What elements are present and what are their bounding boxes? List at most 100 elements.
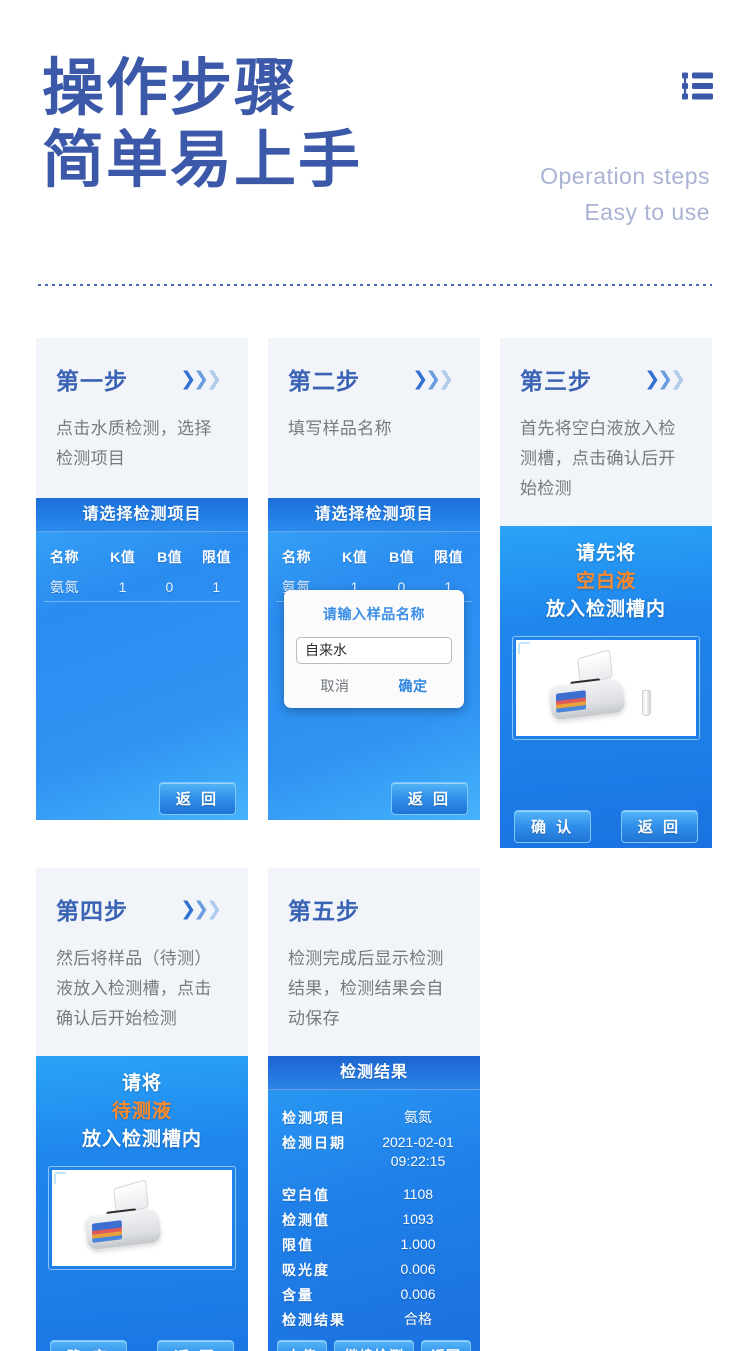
sample-name-dialog: 请输入样品名称 自来水 取消 确定 (284, 590, 464, 708)
steps-list-icon (678, 66, 718, 106)
back-button[interactable]: 返 回 (390, 781, 468, 815)
cell-limit: 1 (212, 578, 221, 595)
step-title-5: 第五步 (288, 899, 360, 925)
col-name: 名称 (50, 549, 79, 565)
result-value: 2021-02-01 09:22:15 (370, 1133, 466, 1171)
page-subtitle: Operation steps Easy to use (540, 158, 710, 230)
page-header: 操作步骤 简单易上手 Operation steps Easy to use (0, 0, 750, 278)
result-label: 检测结果 (282, 1312, 346, 1328)
back-button[interactable]: 返 回 (156, 1339, 234, 1351)
chevrons-icon-2: ❯ ❯ ❯ (412, 367, 454, 390)
screen-buttons-4: 确 定 返 回 (36, 1334, 248, 1351)
cancel-button[interactable]: 取消 (321, 676, 350, 696)
result-label: 限值 (282, 1237, 314, 1253)
result-time: 09:22:15 (390, 1153, 446, 1169)
col-k: K值 (110, 549, 136, 565)
device-screen-4: 请将 待测液 放入检测槽内 确 定 返 回 (36, 1056, 248, 1351)
table-header-row: 名称 K值 B值 限值 (276, 542, 472, 572)
result-row: 吸光度 0.006 (282, 1260, 466, 1280)
step-text-2: 第二步 ❯ ❯ ❯ 填写样品名称 (268, 338, 480, 498)
result-row: 含量 0.006 (282, 1285, 466, 1305)
chevrons-icon-3: ❯ ❯ ❯ (644, 367, 686, 390)
result-label: 检测值 (282, 1212, 330, 1228)
result-label: 检测项目 (282, 1110, 346, 1126)
result-label: 含量 (282, 1287, 314, 1303)
screen-title-5: 检测结果 (268, 1056, 480, 1090)
result-list: 检测项目 氨氮 检测日期 2021-02-01 09:22:15 空白值 110… (268, 1090, 480, 1330)
result-row: 检测日期 2021-02-01 09:22:15 (282, 1133, 466, 1171)
table-row[interactable]: 氨氮 1 0 1 (44, 572, 240, 602)
step-card-3: 第三步 ❯ ❯ ❯ 首先将空白液放入检测槽，点击确认后开始检测 请先将 空白液 放入… (500, 338, 712, 848)
result-value: 1108 (402, 1186, 434, 1202)
col-limit: 限值 (434, 549, 464, 565)
result-row: 检测值 1093 (282, 1210, 466, 1230)
dialog-actions: 取消 确定 (296, 676, 452, 696)
screen-buttons-1: 返 回 (36, 776, 248, 820)
prompt-text-3: 请先将 空白液 放入检测槽内 (500, 526, 712, 624)
page-title-line-1: 操作步骤 (42, 51, 299, 124)
col-name: 名称 (282, 549, 311, 565)
sample-vial (642, 690, 651, 716)
step-title-3: 第三步 (520, 369, 592, 395)
step-head-4: 第四步 ❯ ❯ ❯ (56, 892, 228, 926)
confirm-button[interactable]: 确 定 (50, 1339, 128, 1351)
back-button[interactable]: 返 回 (620, 809, 698, 843)
steps-grid: 第一步 ❯ ❯ ❯ 点击水质检测，选择检测项目 请选择检测项目 名称 K值 B值 限… (36, 338, 712, 1351)
step-text-5: 第五步 检测完成后显示检测结果，检测结果会自动保存 (268, 868, 480, 1056)
table-empty-area (44, 602, 240, 802)
frame-corner-icon (518, 642, 530, 654)
step-desc-4: 然后将样品（待测）液放入检测槽，点击确认后开始检测 (56, 949, 212, 1028)
prompt-accent: 待测液 (111, 1101, 172, 1122)
result-row: 检测结果 合格 (282, 1310, 466, 1330)
result-row: 空白值 1108 (282, 1185, 466, 1205)
step-text-1: 第一步 ❯ ❯ ❯ 点击水质检测，选择检测项目 (36, 338, 248, 498)
step-desc-2: 填写样品名称 (288, 419, 392, 438)
prompt-line-1: 请先将 (575, 543, 636, 564)
prompt-line-3: 放入检测槽内 (81, 1129, 202, 1150)
confirm-button[interactable]: 确定 (399, 676, 428, 696)
device-screen-2: 请选择检测项目 名称 K值 B值 限值 氨氮 1 0 1 请输入样品名称 自来水… (268, 498, 480, 820)
device-screen-5: 检测结果 检测项目 氨氮 检测日期 2021-02-01 09:22:15 空白… (268, 1056, 480, 1351)
col-limit: 限值 (202, 549, 232, 565)
step-title-2: 第二步 (288, 369, 360, 395)
result-label: 空白值 (282, 1187, 330, 1203)
result-value: 氨氮 (404, 1109, 432, 1125)
step-card-1: 第一步 ❯ ❯ ❯ 点击水质检测，选择检测项目 请选择检测项目 名称 K值 B值 限… (36, 338, 248, 848)
upload-button[interactable]: 上传 (277, 1340, 327, 1351)
confirm-button[interactable]: 确 认 (514, 809, 592, 843)
back-button[interactable]: 返 回 (158, 781, 236, 815)
project-table-1: 名称 K值 B值 限值 氨氮 1 0 1 (44, 542, 240, 802)
step-head-3: 第三步 ❯ ❯ ❯ (520, 362, 692, 396)
screen-title-1: 请选择检测项目 (36, 498, 248, 532)
device-photo-frame-4 (48, 1166, 236, 1270)
result-value: 0.006 (400, 1261, 436, 1277)
continue-test-button[interactable]: 继续检测 (334, 1340, 414, 1351)
back-button[interactable]: 返回 (421, 1340, 471, 1351)
sample-name-input[interactable]: 自来水 (296, 637, 452, 664)
result-date: 2021-02-01 (382, 1134, 454, 1150)
step-card-2: 第二步 ❯ ❯ ❯ 填写样品名称 请选择检测项目 名称 K值 B值 限值 氨氮 … (268, 338, 480, 848)
device-display (91, 1220, 123, 1243)
step-card-5: 第五步 检测完成后显示检测结果，检测结果会自动保存 检测结果 检测项目 氨氮 检… (268, 868, 480, 1351)
col-b: B值 (157, 549, 183, 565)
prompt-accent: 空白液 (575, 571, 636, 592)
step-title-1: 第一步 (56, 369, 128, 395)
step-text-4: 第四步 ❯ ❯ ❯ 然后将样品（待测）液放入检测槽，点击确认后开始检测 (36, 868, 248, 1056)
device-screen-1: 请选择检测项目 名称 K值 B值 限值 氨氮 1 0 1 返 回 (36, 498, 248, 820)
chevrons-icon-4: ❯ ❯ ❯ (180, 897, 222, 920)
page-root: 操作步骤 简单易上手 Operation steps Easy to use 第… (0, 0, 750, 1351)
step-desc-5: 检测完成后显示检测结果，检测结果会自动保存 (288, 949, 444, 1028)
screen-buttons-5: 上传 继续检测 返回 (268, 1334, 480, 1351)
prompt-line-3: 放入检测槽内 (545, 599, 666, 620)
prompt-line-1: 请将 (121, 1073, 162, 1094)
result-row: 检测项目 氨氮 (282, 1108, 466, 1128)
table-header-row: 名称 K值 B值 限值 (44, 542, 240, 572)
cell-k: 1 (118, 578, 127, 595)
page-subtitle-line-1: Operation steps (540, 163, 710, 189)
step-head-2: 第二步 ❯ ❯ ❯ (288, 362, 460, 396)
screen-buttons-3: 确 认 返 回 (500, 804, 712, 848)
page-title: 操作步骤 简单易上手 (42, 52, 362, 196)
step-head-5: 第五步 (288, 892, 460, 926)
dialog-title: 请输入样品名称 (322, 606, 426, 622)
device-screen-3: 请先将 空白液 放入检测槽内 确 认 返 回 (500, 526, 712, 848)
